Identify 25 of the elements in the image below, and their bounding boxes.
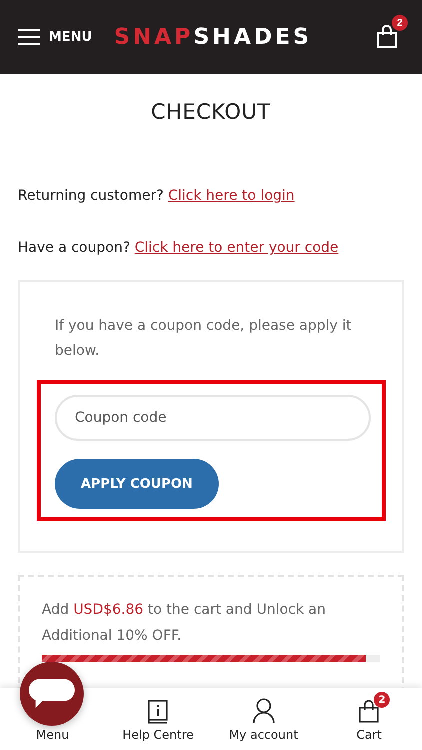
logo[interactable]: SNAP SHADES xyxy=(114,24,312,50)
shopping-bag-icon xyxy=(358,700,380,724)
coupon-code-field[interactable]: Coupon code xyxy=(55,395,371,441)
cart-button[interactable]: 2 xyxy=(376,15,408,49)
info-book-icon xyxy=(147,700,170,724)
nav-item[interactable]: Menu xyxy=(36,728,70,742)
cart-count-badge: 2 xyxy=(374,692,390,708)
chat-bubble-icon xyxy=(29,678,75,710)
nav-item[interactable]: My account xyxy=(229,698,298,742)
menu-button[interactable]: MENU xyxy=(18,29,92,45)
menu-icon xyxy=(18,29,40,45)
notice-text: Returning customer? xyxy=(18,188,164,204)
person-icon xyxy=(252,698,276,724)
login-link[interactable]: Click here to login xyxy=(168,188,295,204)
shopping-bag-icon xyxy=(376,25,398,49)
chat-button[interactable] xyxy=(20,662,84,726)
cart-count-badge: 2 xyxy=(392,15,408,31)
apply-coupon-button[interactable]: APPLY COUPON xyxy=(55,459,219,509)
coupon-intro: If you have a coupon code, please apply it below. xyxy=(55,317,353,361)
coupon-link[interactable]: Click here to enter your code xyxy=(134,240,339,256)
nav-item[interactable]: 2 Cart xyxy=(348,692,390,742)
page-title: CHECKOUT xyxy=(150,99,272,126)
promo-text: Add USD$6.86 to the cart and Unlock an Additional 10% OFF. xyxy=(42,601,327,646)
notice-text: Have a coupon? xyxy=(18,240,130,256)
nav-item[interactable]: Help Centre xyxy=(122,698,194,742)
